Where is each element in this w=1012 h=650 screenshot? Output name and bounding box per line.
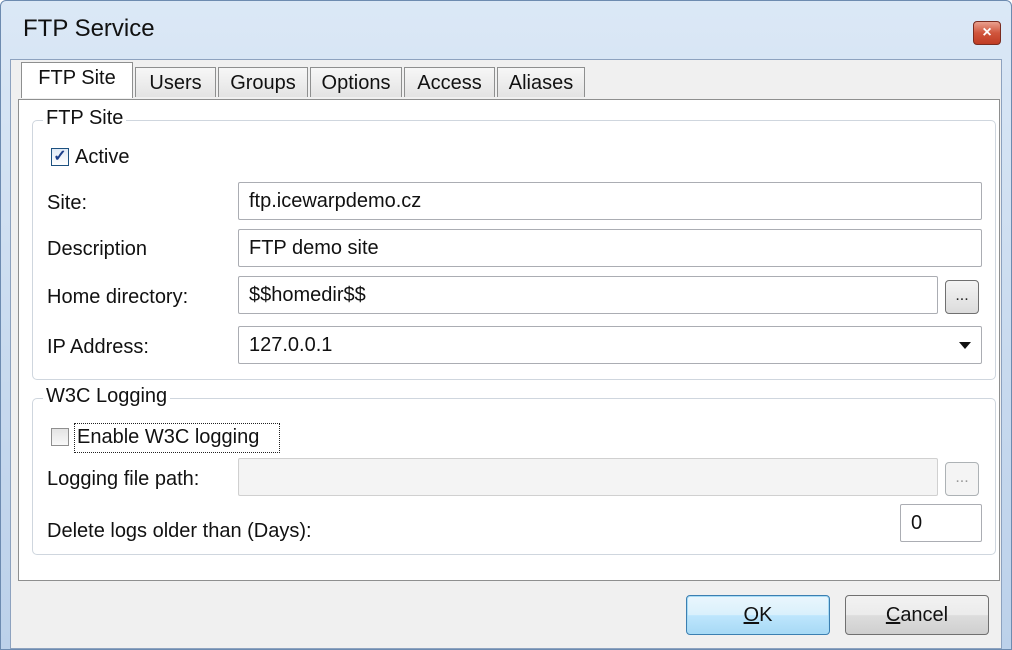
home-directory-input[interactable]: $$homedir$$ <box>238 276 938 314</box>
ok-accelerator: O <box>743 604 760 626</box>
ftp-site-group-title: FTP Site <box>43 107 127 130</box>
active-label: Active <box>75 146 130 168</box>
delete-logs-label: Delete logs older than (Days): <box>47 520 312 542</box>
close-button[interactable]: × <box>973 21 1001 45</box>
tab-groups[interactable]: Groups <box>218 67 308 97</box>
logging-file-path-label: Logging file path: <box>47 468 200 490</box>
tab-ftp-site[interactable]: FTP Site <box>21 62 133 98</box>
home-directory-browse-button[interactable]: ... <box>945 280 979 314</box>
tab-options[interactable]: Options <box>310 67 402 97</box>
ok-label-rest: K <box>759 604 773 626</box>
logging-file-path-browse-button[interactable]: ... <box>945 462 979 496</box>
close-icon: × <box>982 24 992 41</box>
delete-logs-days-input[interactable]: 0 <box>900 504 982 542</box>
ip-address-value: 127.0.0.1 <box>249 334 333 356</box>
w3c-logging-group-title: W3C Logging <box>43 385 171 408</box>
active-checkbox[interactable]: ✓ <box>51 148 69 166</box>
enable-w3c-logging-label[interactable]: Enable W3C logging <box>77 426 259 449</box>
logging-file-path-input[interactable] <box>238 458 938 496</box>
tab-page-ftp-site: FTP Site ✓ Active Site: ftp.icewarpdemo.… <box>18 99 1000 581</box>
tab-access[interactable]: Access <box>404 67 495 97</box>
enable-w3c-logging-checkbox[interactable] <box>51 428 69 446</box>
cancel-accelerator: C <box>885 604 901 626</box>
site-input[interactable]: ftp.icewarpdemo.cz <box>238 182 982 220</box>
ip-address-label: IP Address: <box>47 336 149 358</box>
ip-address-select[interactable]: 127.0.0.1 <box>238 326 982 364</box>
window-title: FTP Service <box>23 15 155 42</box>
checkmark-icon: ✓ <box>53 148 67 165</box>
site-label: Site: <box>47 192 88 214</box>
cancel-button[interactable]: Cancel <box>845 595 989 635</box>
ok-button[interactable]: OK <box>686 595 830 635</box>
description-input[interactable]: FTP demo site <box>238 229 982 267</box>
title-bar[interactable]: FTP Service × <box>1 1 1011 59</box>
description-label: Description <box>47 238 148 260</box>
chevron-down-icon <box>959 342 971 349</box>
tab-aliases[interactable]: Aliases <box>497 67 585 97</box>
tab-users[interactable]: Users <box>135 67 216 97</box>
home-directory-label: Home directory: <box>47 286 189 308</box>
cancel-label-rest: ancel <box>900 604 949 626</box>
